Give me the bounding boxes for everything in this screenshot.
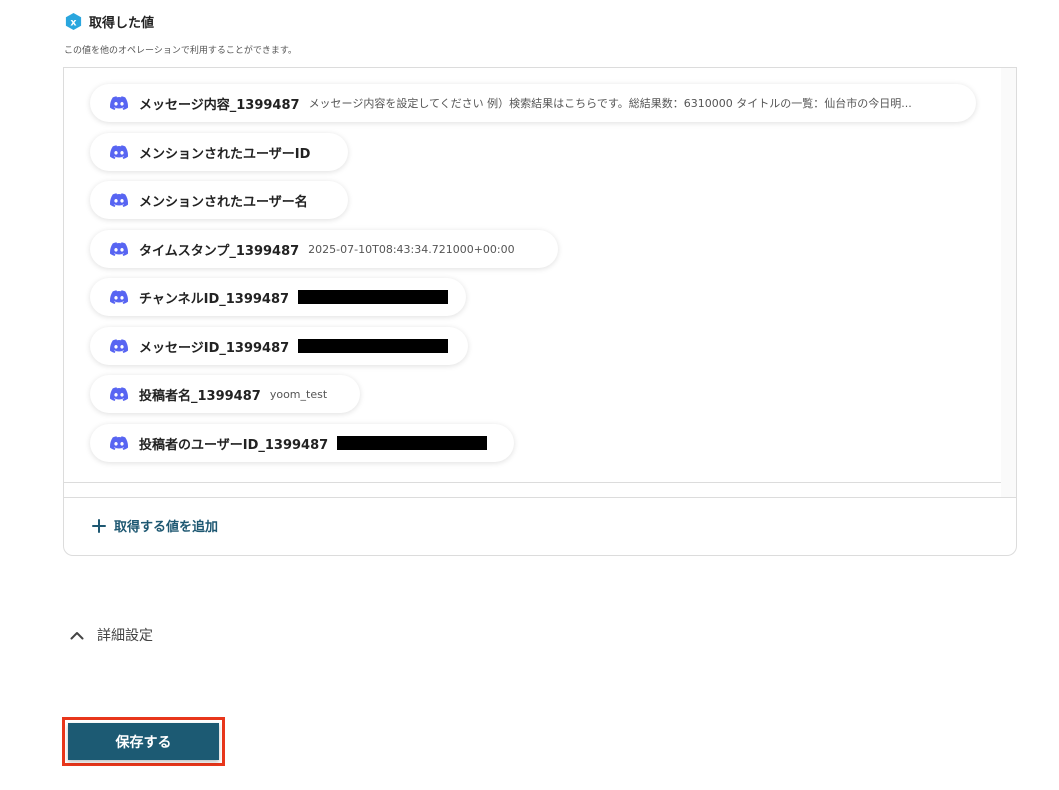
save-button-highlight: 保存する [62, 717, 225, 766]
add-value-button[interactable]: 取得する値を追加 [92, 516, 218, 535]
discord-icon [110, 436, 128, 450]
panel-top-border [63, 67, 1017, 68]
value-chip-channel-id[interactable]: チャンネルID_1399487 [90, 278, 466, 316]
chip-label: 投稿者名_1399487 [139, 388, 261, 404]
chip-value: 2025-07-10T08:43:34.721000+00:00 [308, 242, 515, 256]
section-title: 取得した値 [89, 16, 155, 31]
value-chip-author-name[interactable]: 投稿者名_1399487 yoom_test [90, 375, 360, 413]
scrollbar-track[interactable] [1001, 67, 1016, 497]
values-list: メッセージ内容_1399487 メッセージ内容を設定してください 例）検索結果は… [64, 67, 1002, 483]
plus-icon [92, 518, 106, 533]
discord-icon [110, 96, 128, 110]
chip-label: メンションされたユーザー名 [139, 194, 308, 210]
discord-icon [110, 290, 128, 304]
redacted-value [337, 436, 488, 450]
redacted-value [298, 290, 448, 304]
redacted-value [298, 339, 449, 353]
value-chip-mentioned-user-id[interactable]: メンションされたユーザーID [90, 133, 348, 171]
divider [64, 497, 1016, 498]
discord-icon [110, 193, 128, 207]
chip-label: メッセージ内容_1399487 [139, 97, 300, 113]
chip-label: メッセージID_1399487 [139, 340, 290, 356]
chip-value: メッセージ内容を設定してください 例）検索結果はこちらです。総結果数：63100… [308, 97, 912, 110]
detail-settings-label: 詳細設定 [97, 628, 153, 644]
chip-label: タイムスタンプ_1399487 [139, 243, 300, 259]
value-chip-author-user-id[interactable]: 投稿者のユーザーID_1399487 [90, 424, 514, 462]
save-button[interactable]: 保存する [68, 723, 219, 760]
detail-settings-toggle[interactable]: 詳細設定 [70, 625, 153, 645]
value-chip-message-id[interactable]: メッセージID_1399487 [90, 327, 468, 365]
chip-label: 投稿者のユーザーID_1399487 [139, 437, 329, 453]
discord-icon [110, 242, 128, 256]
section-description: この値を他のオペレーションで利用することができます。 [64, 46, 297, 56]
values-panel: メッセージ内容_1399487 メッセージ内容を設定してください 例）検索結果は… [63, 67, 1017, 556]
section-header: x 取得した値 [64, 12, 154, 31]
chip-label: チャンネルID_1399487 [139, 291, 290, 307]
chip-value: yoom_test [269, 387, 328, 401]
discord-icon [110, 339, 128, 353]
x-hexagon-icon: x [65, 12, 82, 31]
discord-icon [110, 145, 128, 159]
chevron-up-icon [70, 632, 84, 640]
add-value-label: 取得する値を追加 [114, 520, 219, 535]
value-chip-mentioned-user-name[interactable]: メンションされたユーザー名 [90, 181, 348, 219]
svg-text:x: x [70, 17, 76, 28]
value-chip-timestamp[interactable]: タイムスタンプ_1399487 2025-07-10T08:43:34.7210… [90, 230, 558, 268]
discord-icon [110, 387, 128, 401]
value-chip-message-content[interactable]: メッセージ内容_1399487 メッセージ内容を設定してください 例）検索結果は… [90, 84, 976, 122]
chip-label: メンションされたユーザーID [139, 146, 311, 162]
